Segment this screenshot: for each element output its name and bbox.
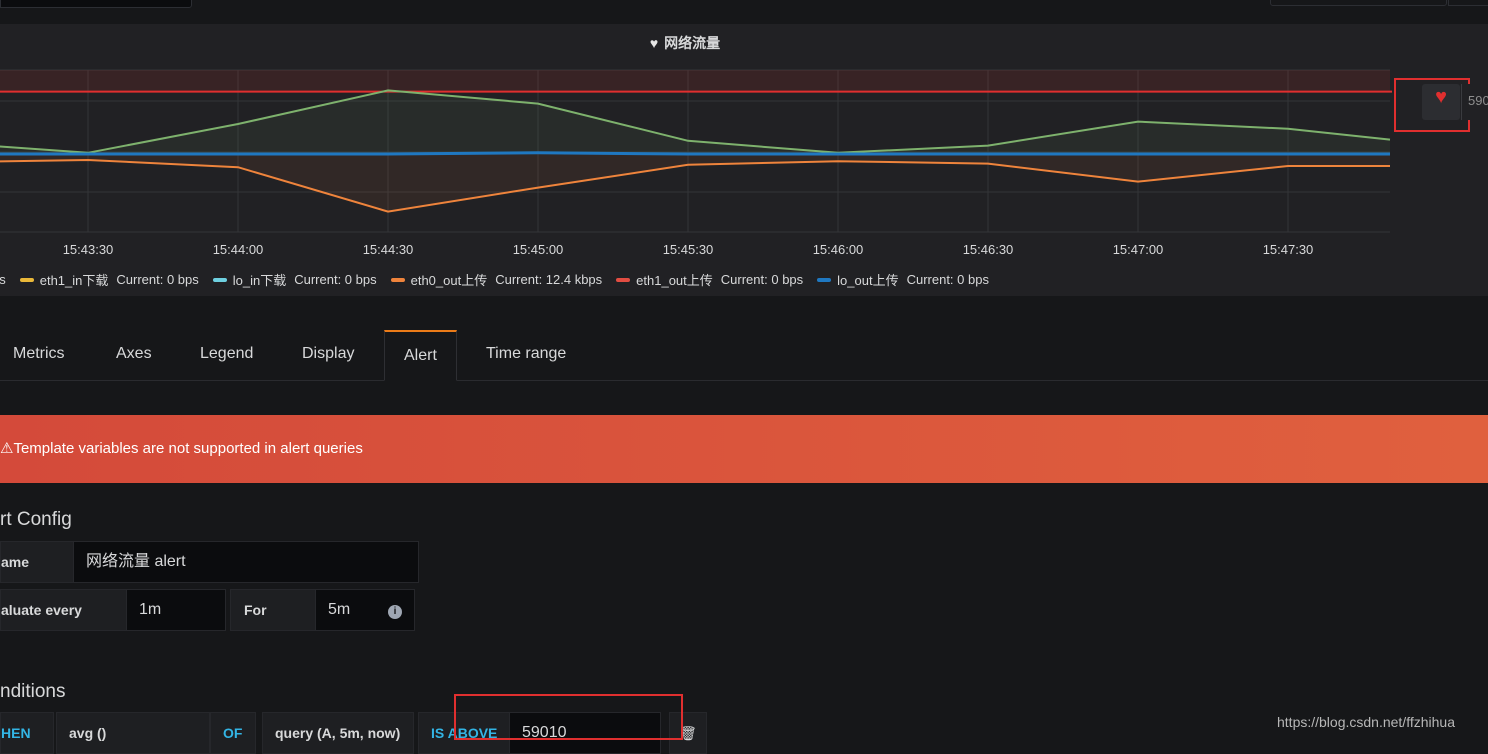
heart-icon: ♥ — [649, 35, 659, 51]
series-lines — [0, 89, 1391, 213]
series-area-0 — [0, 90, 1390, 154]
editor-tabs: Metrics Axes Legend Display Alert Time r… — [0, 330, 1488, 381]
tab-alert[interactable]: Alert — [384, 330, 457, 381]
evaluate-every-input[interactable]: 1m — [126, 589, 226, 631]
series-line-2 — [0, 151, 1390, 156]
of-label: OF — [210, 712, 256, 754]
conditions-title: nditions — [0, 681, 66, 702]
when-label: HEN — [0, 712, 54, 754]
banner-message: ⚠Template variables are not supported in… — [0, 439, 363, 457]
legend-swatch[interactable] — [19, 277, 34, 282]
top-button-secondary[interactable] — [1448, 0, 1488, 6]
name-label: ame — [0, 541, 74, 583]
x-tick-label: 15:44:30 — [362, 242, 414, 257]
legend-item[interactable]: lo_in下载 Current: 0 bps — [212, 270, 377, 289]
info-icon[interactable]: i — [388, 605, 402, 619]
tab-metrics[interactable]: Metrics — [13, 330, 65, 380]
legend-item[interactable]: eth0_out上传 Current: 12.4 kbps — [390, 270, 603, 289]
x-tick-label: 15:44:00 — [212, 242, 264, 257]
x-tick-label: 15:46:30 — [962, 242, 1014, 257]
of-keyword: OF — [223, 725, 243, 741]
tab-time-range[interactable]: Time range — [486, 330, 566, 380]
legend-current-value: ps — [0, 272, 6, 287]
threshold-region — [0, 70, 1390, 92]
banner-text: Template variables are not supported in … — [13, 440, 363, 457]
legend-item[interactable]: eth1_in下载 Current: 0 bps — [19, 270, 199, 289]
watermark: https://blog.csdn.net/ffzhihua — [1277, 714, 1455, 730]
panel-title[interactable]: ♥ 网络流量 — [0, 33, 1370, 53]
graph-canvas[interactable] — [0, 68, 1392, 238]
legend-item[interactable]: eth1_out上传 Current: 0 bps — [616, 270, 803, 289]
legend-current-value: Current: 0 bps — [906, 272, 989, 287]
legend-series-name[interactable]: lo_out上传 — [837, 270, 898, 289]
broken-heart-icon[interactable]: ♥ — [1422, 86, 1460, 109]
warning-icon: ⚠ — [0, 440, 14, 457]
x-tick-label: 15:45:00 — [512, 242, 564, 257]
legend-current-value: Current: 0 bps — [116, 272, 199, 287]
legend-series-name[interactable]: eth0_out上传 — [411, 270, 488, 289]
name-input[interactable]: 网络流量 alert — [73, 541, 419, 583]
tab-legend[interactable]: Legend — [200, 330, 253, 380]
x-tick-label: 15:47:00 — [1112, 242, 1164, 257]
legend-current-value: Current: 0 bps — [294, 272, 377, 287]
x-tick-label: 15:43:30 — [62, 242, 114, 257]
tab-display[interactable]: Display — [302, 330, 354, 380]
x-tick-label: 15:46:00 — [812, 242, 864, 257]
legend-current-value: Current: 12.4 kbps — [495, 272, 603, 287]
legend-item[interactable]: lo_out上传 Current: 0 bps — [817, 270, 989, 289]
legend-series-name[interactable]: eth1_in下载 — [40, 270, 109, 289]
query-select[interactable]: query (A, 5m, now) — [262, 712, 414, 754]
legend-series-name[interactable]: eth1_out上传 — [636, 270, 713, 289]
top-button[interactable] — [1270, 0, 1447, 6]
legend-series-name[interactable]: lo_in下载 — [233, 270, 286, 289]
reducer-select[interactable]: avg () — [56, 712, 210, 754]
legend-item[interactable]: ps — [0, 270, 6, 289]
legend-swatch[interactable] — [390, 277, 405, 282]
top-input[interactable] — [0, 0, 192, 8]
panel-title-text: 网络流量 — [664, 35, 721, 51]
tab-axes[interactable]: Axes — [116, 330, 152, 380]
legend-current-value: Current: 0 bps — [720, 272, 804, 287]
alert-config-title: rt Config — [0, 509, 72, 530]
x-tick-label: 15:47:30 — [1262, 242, 1314, 257]
series-area-1 — [0, 154, 1390, 212]
threshold-input-highlight — [454, 694, 683, 740]
top-toolbar — [0, 0, 1488, 24]
legend: ps eth1_in下载 Current: 0 bps lo_in下载 Current:… — [0, 270, 1003, 289]
x-tick-label: 15:45:30 — [662, 242, 714, 257]
threshold-handle-value: 590 — [1468, 93, 1488, 108]
legend-swatch[interactable] — [212, 277, 227, 282]
evaluate-every-label: aluate every — [0, 589, 127, 631]
for-label: For — [230, 589, 316, 631]
when-keyword: HEN — [1, 725, 31, 741]
legend-swatch[interactable] — [817, 277, 832, 282]
legend-swatch[interactable] — [616, 277, 631, 282]
